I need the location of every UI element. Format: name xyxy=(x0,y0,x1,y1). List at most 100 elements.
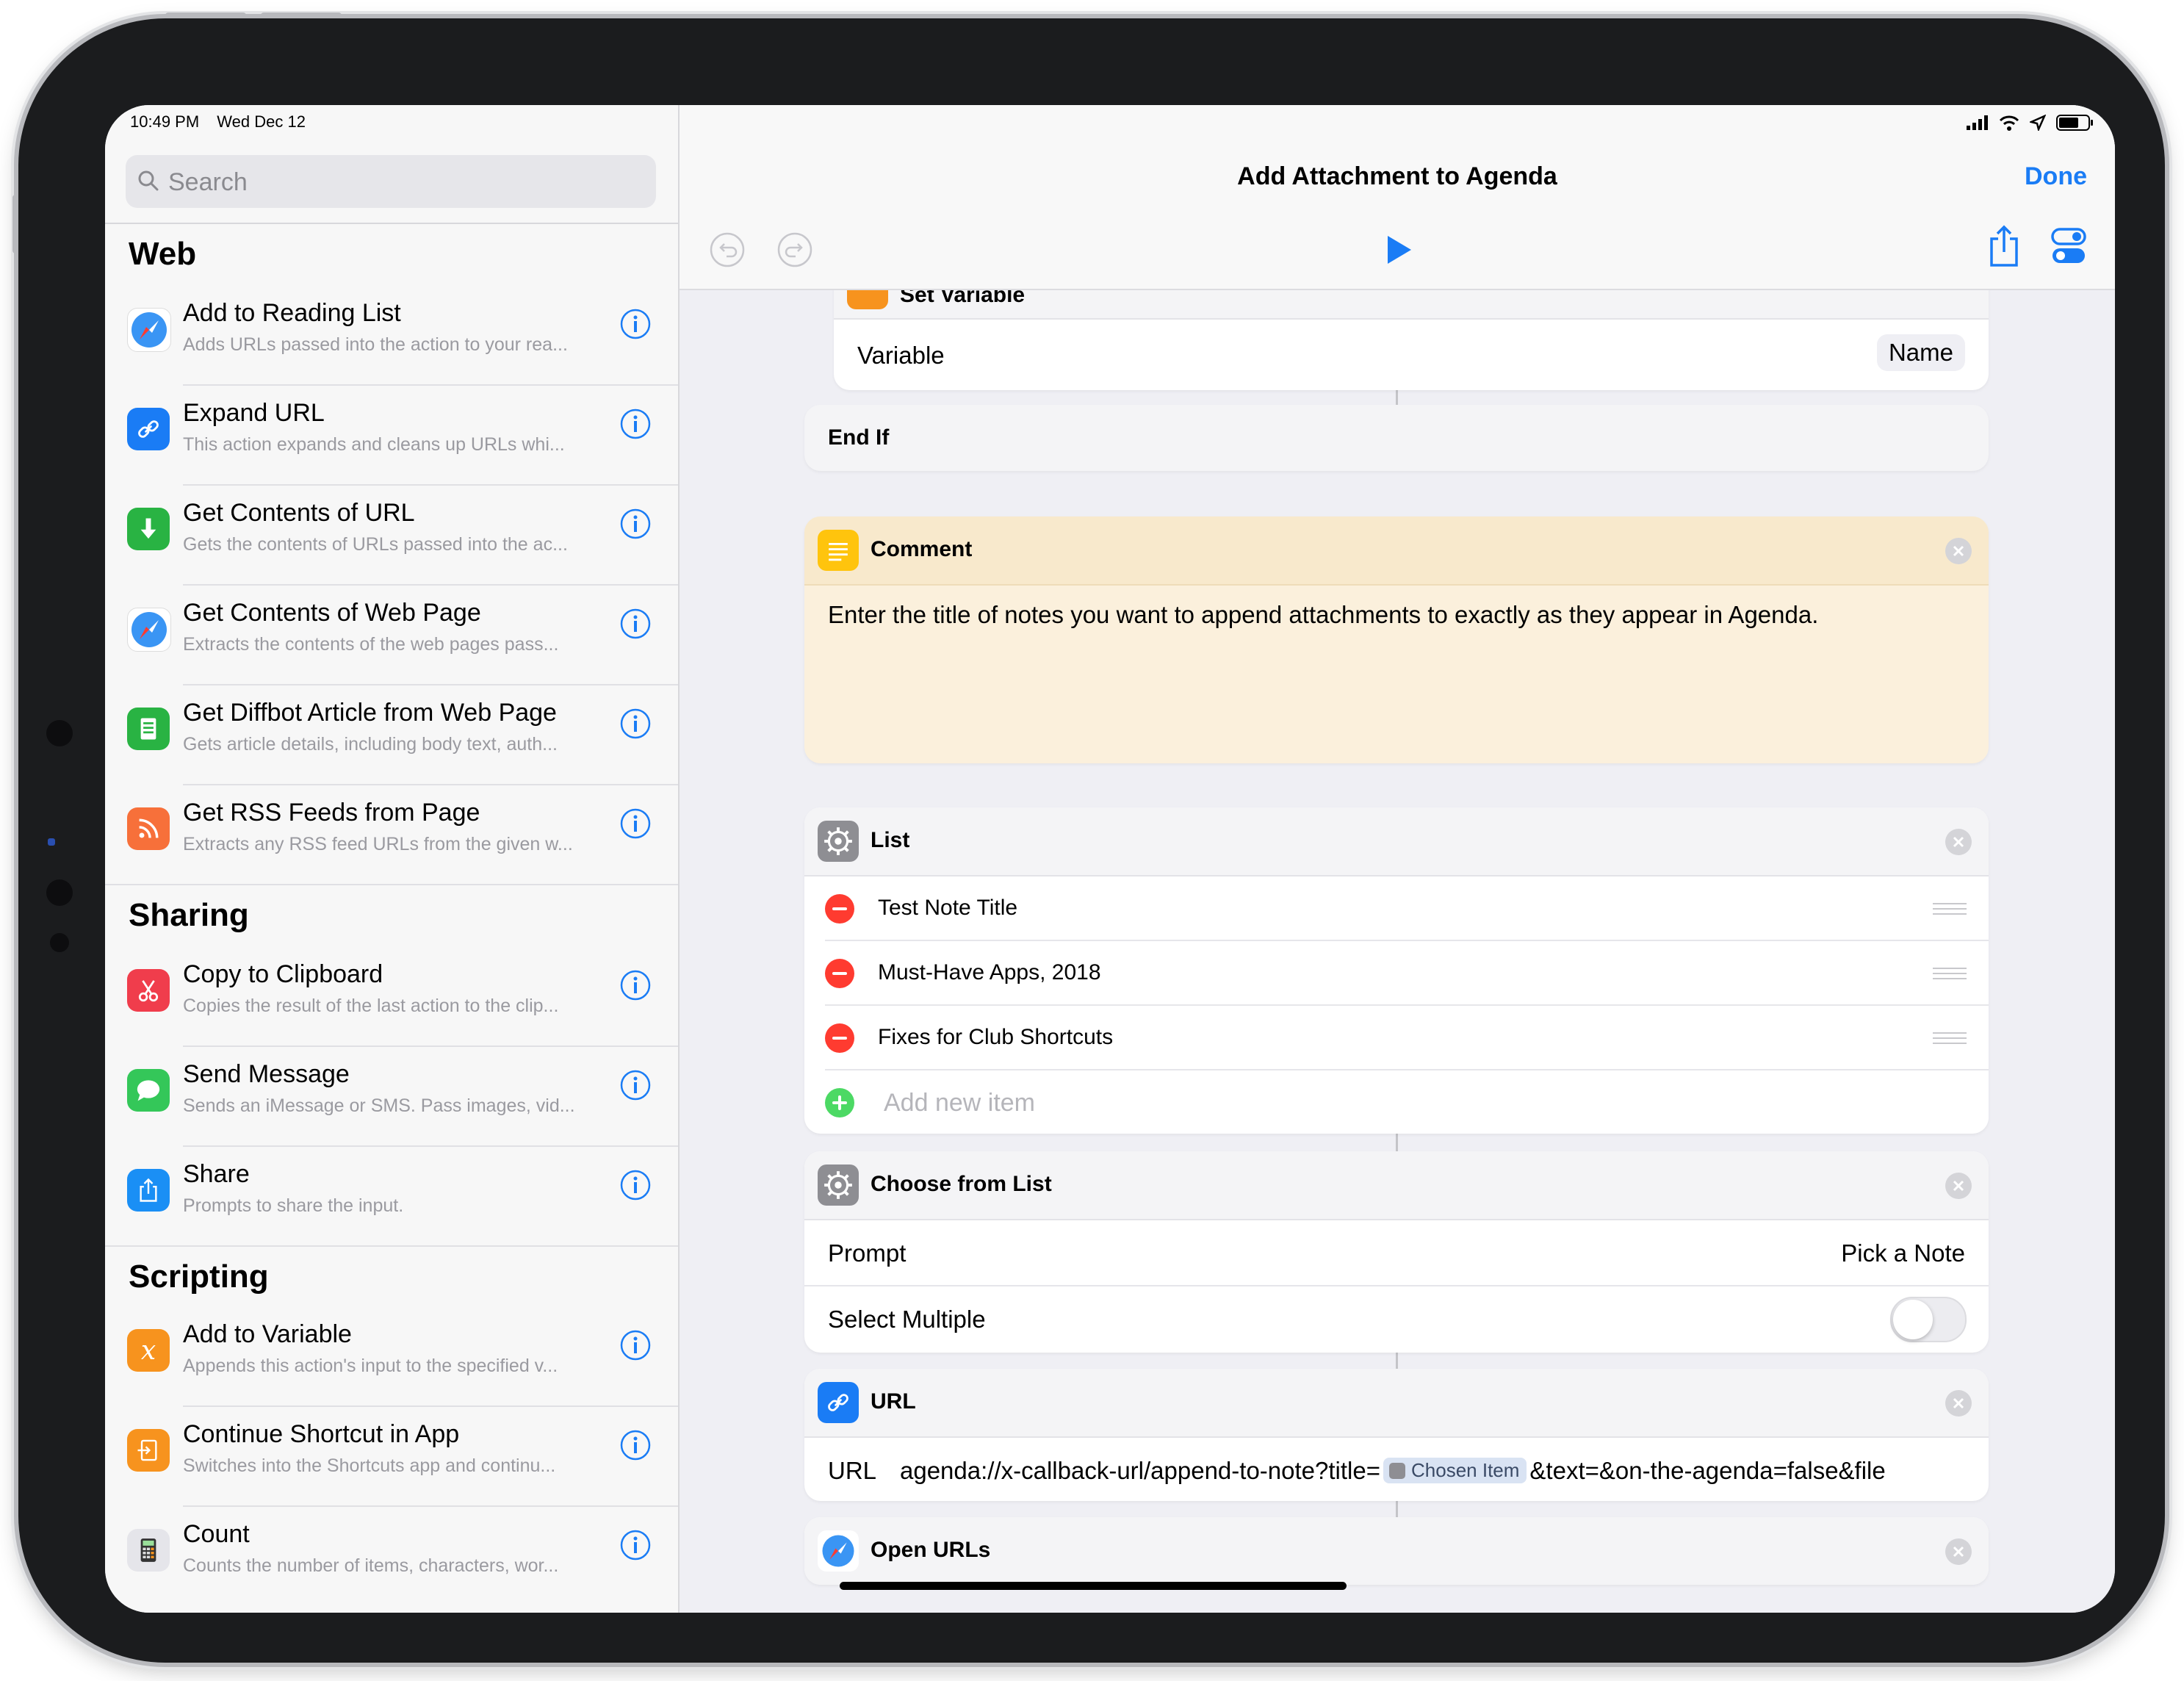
shortcut-editor: Set Variable Variable Name End If Commen… xyxy=(680,105,2115,1613)
action-title: Share xyxy=(183,1160,250,1188)
action-row-add-to-variable[interactable]: x Add to Variable Appends this action's … xyxy=(105,1307,678,1407)
action-title: Continue Shortcut in App xyxy=(183,1420,460,1448)
info-icon[interactable] xyxy=(619,1169,652,1201)
delete-item-icon[interactable] xyxy=(825,959,854,988)
safari-icon xyxy=(127,308,171,352)
location-icon xyxy=(2030,115,2046,131)
list-item[interactable]: Fixes for Club Shortcuts xyxy=(804,1006,1989,1070)
action-block-open-urls[interactable]: Open URLs xyxy=(804,1517,1989,1585)
delete-item-icon[interactable] xyxy=(825,894,854,924)
action-title: Add to Variable xyxy=(183,1320,352,1348)
top-button-right xyxy=(261,12,342,18)
info-icon[interactable] xyxy=(619,1069,652,1101)
settings-toggle-icon[interactable] xyxy=(2050,227,2087,265)
action-description: This action expands and cleans up URLs w… xyxy=(183,434,565,455)
action-block-choose-from-list[interactable]: Choose from List Prompt Pick a Note Sele… xyxy=(804,1151,1989,1353)
list-item-text[interactable]: Fixes for Club Shortcuts xyxy=(878,1025,1113,1050)
info-icon[interactable] xyxy=(619,608,652,640)
search-bar[interactable] xyxy=(126,155,656,208)
action-row-share[interactable]: Share Prompts to share the input. xyxy=(105,1147,678,1247)
info-icon[interactable] xyxy=(619,408,652,440)
info-icon[interactable] xyxy=(619,508,652,540)
info-icon[interactable] xyxy=(619,969,652,1001)
url-suffix: &text=&on-the-agenda=false&file xyxy=(1529,1457,1886,1484)
message-icon xyxy=(127,1069,170,1112)
download-icon xyxy=(127,508,170,550)
share-icon xyxy=(127,1169,170,1212)
reorder-handle-icon[interactable] xyxy=(1933,968,1967,979)
close-icon[interactable] xyxy=(1945,1172,1972,1200)
action-row-copy-to-clipboard[interactable]: Copy to Clipboard Copies the result of t… xyxy=(105,947,678,1047)
action-block-end-if[interactable]: End If xyxy=(804,405,1989,471)
close-icon[interactable] xyxy=(1945,1538,1972,1566)
list-item[interactable]: Must-Have Apps, 2018 xyxy=(804,941,1989,1006)
param-row-prompt[interactable]: Prompt Pick a Note xyxy=(804,1220,1989,1286)
info-icon[interactable] xyxy=(619,807,652,840)
close-icon[interactable] xyxy=(1945,1389,1972,1417)
variable-name-token[interactable]: Name xyxy=(1876,334,1965,371)
info-icon[interactable] xyxy=(619,1429,652,1461)
connector-dot xyxy=(48,838,55,846)
action-title: Send Message xyxy=(183,1060,350,1088)
reorder-handle-icon[interactable] xyxy=(1933,1032,1967,1044)
action-row-continue-shortcut-in-app[interactable]: Continue Shortcut in App Switches into t… xyxy=(105,1407,678,1507)
action-block-set-variable[interactable]: Set Variable Variable Name xyxy=(834,274,1989,390)
action-block-comment[interactable]: Comment Enter the title of notes you wan… xyxy=(804,516,1989,763)
block-header: Comment xyxy=(804,516,1989,586)
info-icon[interactable] xyxy=(619,1529,652,1561)
search-input[interactable] xyxy=(167,161,640,204)
chosen-item-token[interactable]: Chosen Item xyxy=(1383,1458,1527,1483)
undo-icon[interactable] xyxy=(709,231,746,268)
search-icon xyxy=(138,170,159,191)
info-icon[interactable] xyxy=(619,708,652,740)
link-icon xyxy=(127,408,170,450)
share-icon[interactable] xyxy=(1986,224,2022,268)
action-title: Get Diffbot Article from Web Page xyxy=(183,699,557,727)
action-block-list[interactable]: List Test Note Title Must-Have Apps, 201… xyxy=(804,807,1989,1134)
info-icon[interactable] xyxy=(619,1329,652,1361)
param-row-select-multiple: Select Multiple xyxy=(804,1286,1989,1351)
play-icon[interactable] xyxy=(1379,231,1416,268)
action-row-get-contents-of-web-page[interactable]: Get Contents of Web Page Extracts the co… xyxy=(105,586,678,685)
gear-icon xyxy=(1389,1463,1405,1479)
close-icon[interactable] xyxy=(1945,537,1972,565)
action-row-count[interactable]: Count Counts the number of items, charac… xyxy=(105,1507,678,1607)
action-row-expand-url[interactable]: Expand URL This action expands and clean… xyxy=(105,386,678,486)
info-icon[interactable] xyxy=(619,308,652,340)
reorder-handle-icon[interactable] xyxy=(1933,903,1967,915)
select-multiple-toggle[interactable] xyxy=(1890,1297,1967,1342)
param-row-url[interactable]: URL agenda://x-callback-url/append-to-no… xyxy=(804,1438,1989,1501)
action-row-get-diffbot-article[interactable]: Get Diffbot Article from Web Page Gets a… xyxy=(105,685,678,785)
section-title-web: Web xyxy=(129,236,197,272)
done-button[interactable]: Done xyxy=(2025,162,2087,191)
action-description: Appends this action's input to the speci… xyxy=(183,1356,558,1376)
url-prefix: agenda://x-callback-url/append-to-note?t… xyxy=(900,1457,1380,1484)
block-title: URL xyxy=(871,1389,916,1414)
action-row-get-contents-of-url[interactable]: Get Contents of URL Gets the contents of… xyxy=(105,486,678,586)
add-item-row[interactable] xyxy=(804,1070,1989,1134)
action-row-add-to-reading-list[interactable]: Add to Reading List Adds URLs passed int… xyxy=(105,286,678,386)
list-item[interactable]: Test Note Title xyxy=(804,877,1989,941)
add-item-input[interactable] xyxy=(882,1088,1326,1118)
scissors-icon xyxy=(127,969,170,1012)
add-item-icon[interactable] xyxy=(825,1088,854,1117)
redo-icon[interactable] xyxy=(776,231,813,268)
delete-item-icon[interactable] xyxy=(825,1023,854,1053)
action-block-url[interactable]: URL URL agenda://x-callback-url/append-t… xyxy=(804,1369,1989,1501)
rss-icon xyxy=(127,807,170,850)
connector-line xyxy=(1396,1501,1398,1517)
list-item-text[interactable]: Test Note Title xyxy=(878,896,1017,921)
action-row-send-message[interactable]: Send Message Sends an iMessage or SMS. P… xyxy=(105,1047,678,1147)
list-item-text[interactable]: Must-Have Apps, 2018 xyxy=(878,960,1101,985)
prompt-value[interactable]: Pick a Note xyxy=(1841,1239,1965,1267)
status-time: 10:49 PM xyxy=(130,112,200,131)
param-label: Prompt xyxy=(828,1239,907,1267)
close-icon[interactable] xyxy=(1945,828,1972,856)
action-row-get-rss-feeds[interactable]: Get RSS Feeds from Page Extracts any RSS… xyxy=(105,785,678,885)
comment-text[interactable]: Enter the title of notes you want to app… xyxy=(828,599,1959,631)
block-title: End If xyxy=(828,425,890,450)
param-row-variable[interactable]: Variable Name xyxy=(834,320,1989,390)
url-field[interactable]: agenda://x-callback-url/append-to-note?t… xyxy=(900,1457,1886,1485)
param-label: Variable xyxy=(857,342,945,369)
action-title: Expand URL xyxy=(183,399,325,427)
